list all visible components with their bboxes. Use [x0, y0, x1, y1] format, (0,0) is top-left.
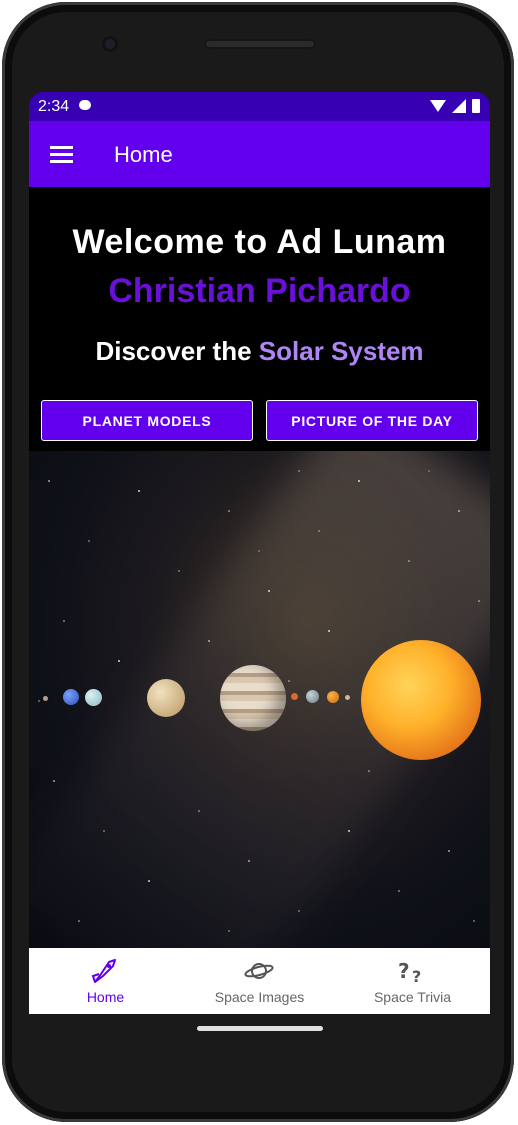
discover-highlight: Solar System	[258, 336, 424, 366]
screen: 2:34 Home Welcome to Ad Lunam Christian …	[29, 92, 490, 1014]
planet-models-button[interactable]: PLANET MODELS	[41, 400, 253, 441]
saturn	[147, 679, 185, 717]
bottom-navigation: Home Space Images ? ? Space Trivia	[29, 948, 490, 1014]
mars	[291, 693, 298, 700]
status-time: 2:34	[38, 98, 70, 115]
neptune	[63, 689, 79, 705]
user-name: Christian Pichardo	[108, 272, 411, 310]
svg-text:?: ?	[398, 959, 410, 983]
nav-item-space-images[interactable]: Space Images	[183, 948, 336, 1014]
question-marks-icon: ? ?	[398, 959, 421, 986]
earth	[306, 690, 319, 703]
mercury	[43, 696, 48, 701]
uranus	[85, 689, 102, 706]
front-camera	[102, 36, 118, 52]
status-bar: 2:34	[29, 92, 490, 121]
nav-item-home[interactable]: Home	[29, 948, 182, 1014]
picture-of-the-day-button[interactable]: PICTURE OF THE DAY	[266, 400, 478, 441]
welcome-heading: Welcome to Ad Lunam	[72, 223, 447, 261]
menu-icon[interactable]	[50, 146, 73, 163]
battery-icon	[472, 99, 480, 113]
jupiter	[220, 665, 286, 731]
gesture-bar[interactable]	[197, 1026, 323, 1031]
planet-icon	[244, 963, 274, 979]
venus	[327, 691, 339, 703]
page-title: Home	[114, 142, 173, 167]
discover-heading: Discover the Solar System	[29, 336, 490, 367]
signal-icon	[452, 99, 466, 113]
nav-label-space-trivia: Space Trivia	[373, 989, 452, 1005]
app-bar: Home	[29, 121, 490, 187]
rocket-icon	[91, 959, 116, 983]
wifi-icon	[430, 100, 446, 112]
discover-prefix: Discover the	[95, 336, 252, 366]
earpiece-speaker	[204, 39, 316, 49]
sun	[361, 640, 481, 760]
solar-system-image	[29, 451, 490, 948]
svg-text:?: ?	[412, 967, 421, 986]
nav-label-space-images: Space Images	[214, 989, 305, 1005]
nav-label-home: Home	[86, 989, 125, 1005]
notification-icon	[79, 100, 91, 110]
small-planet	[345, 695, 350, 700]
status-icons	[430, 99, 480, 113]
nav-item-space-trivia[interactable]: ? ? Space Trivia	[336, 948, 489, 1014]
